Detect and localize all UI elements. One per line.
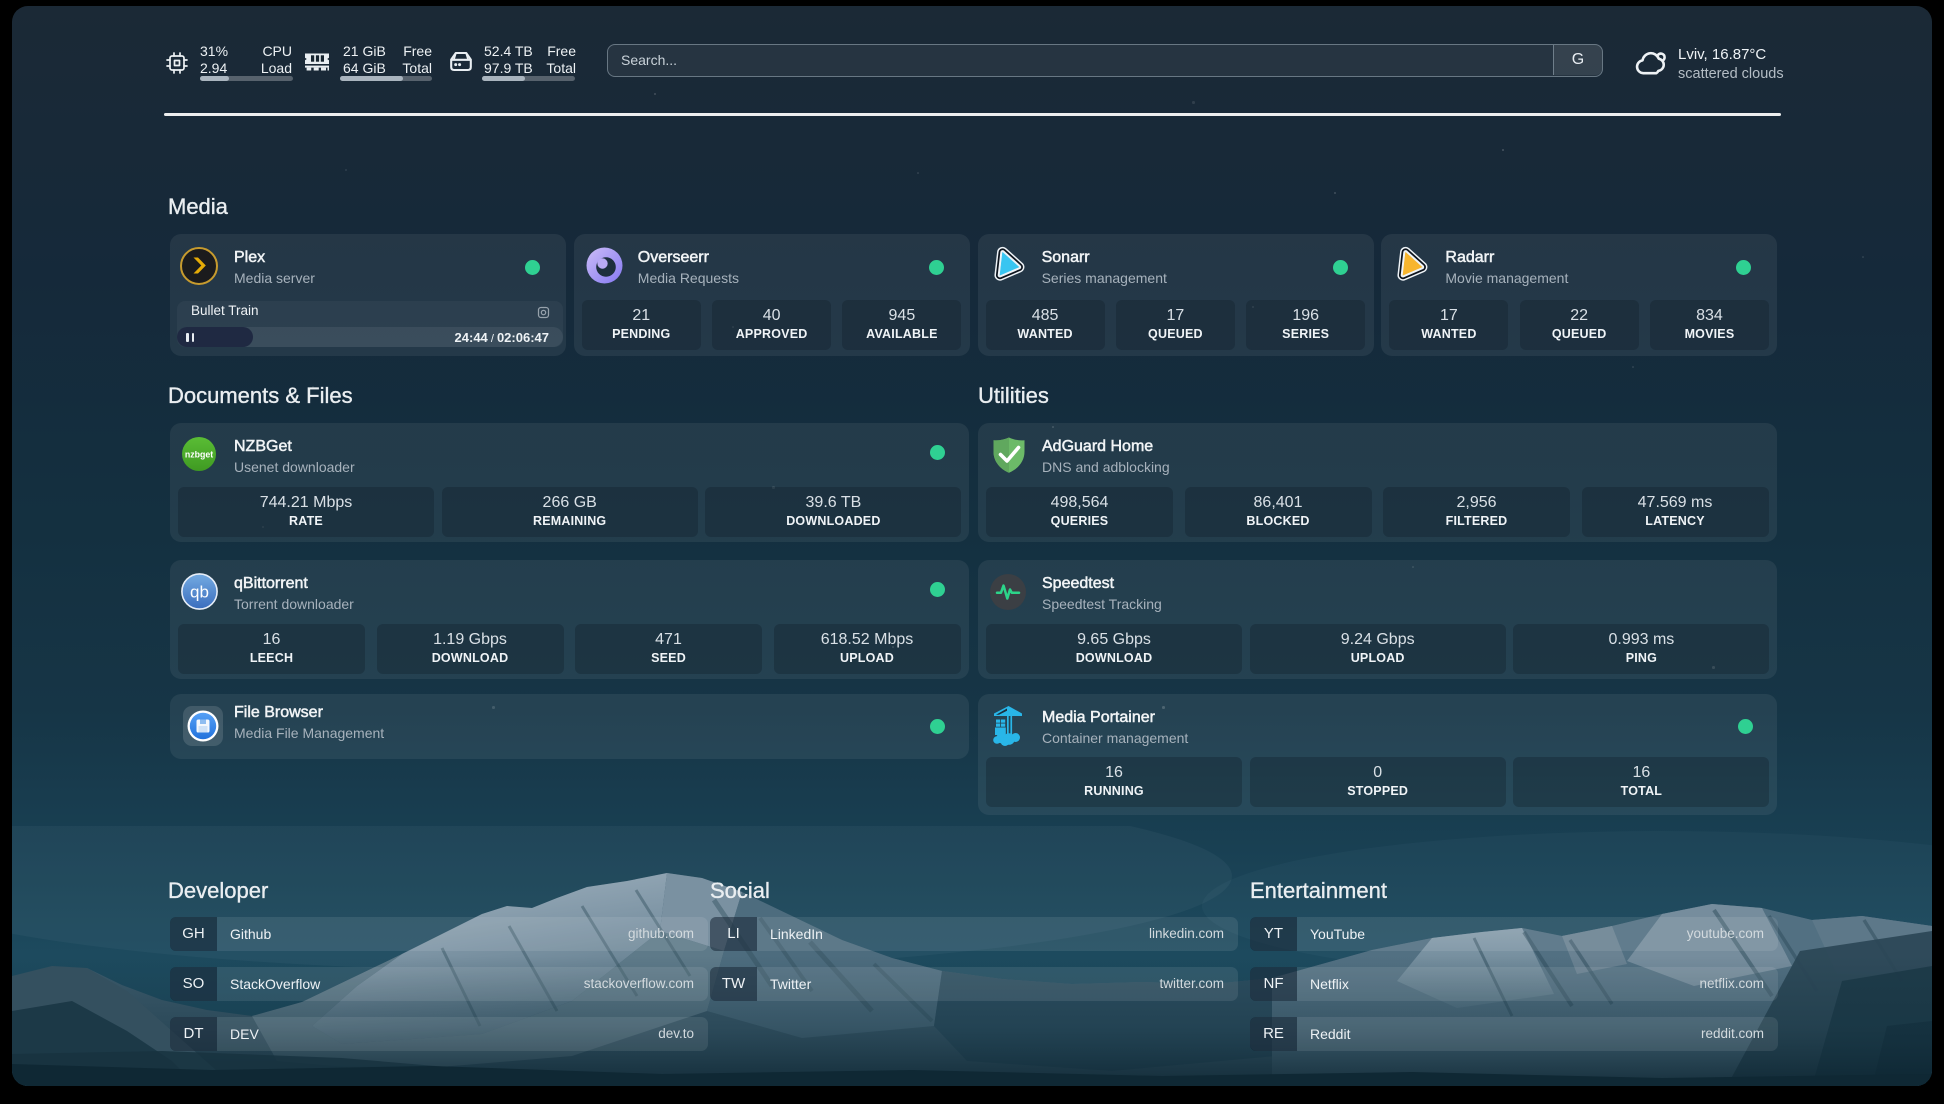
svg-text:nzbget: nzbget bbox=[185, 450, 213, 460]
svg-text:qb: qb bbox=[190, 583, 209, 602]
